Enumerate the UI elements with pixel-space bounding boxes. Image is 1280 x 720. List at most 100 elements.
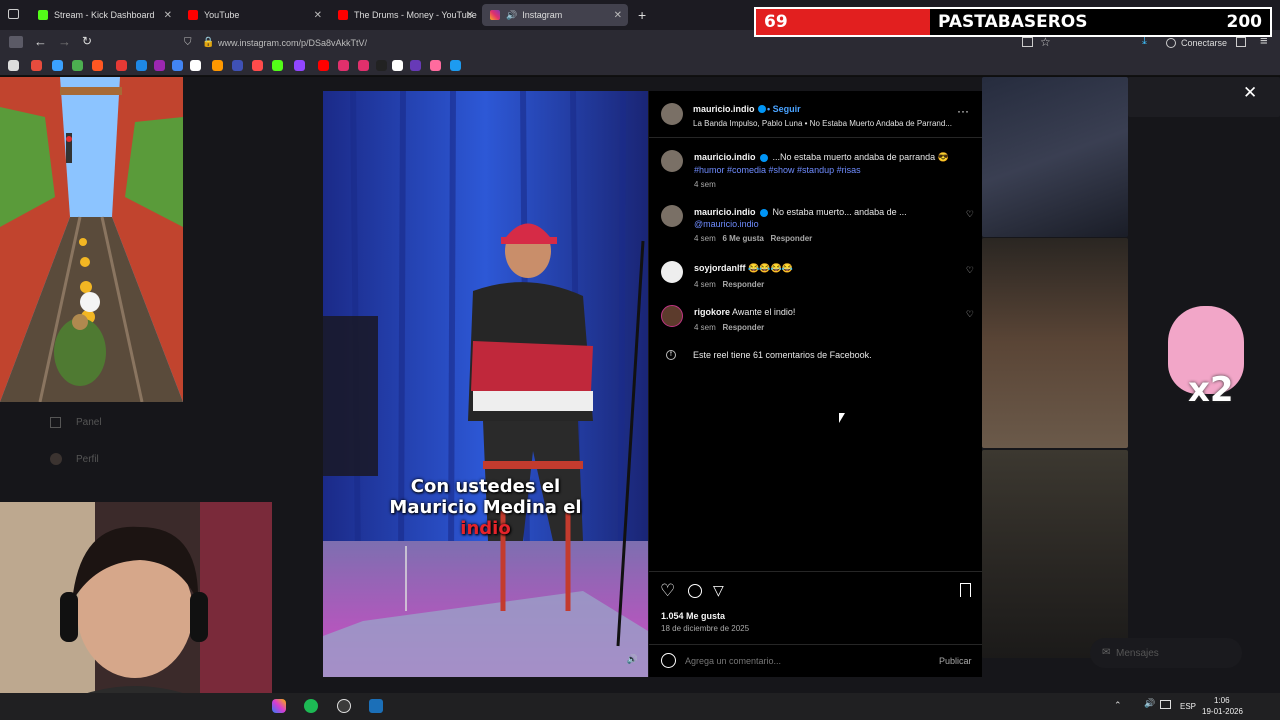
screenshot-icon[interactable]: [1022, 37, 1033, 47]
lock-icon[interactable]: 🔒: [202, 37, 214, 48]
bookmark-favicon-icon[interactable]: [376, 60, 387, 71]
messages-button[interactable]: ✉ Mensajes: [1090, 638, 1242, 668]
bookmark-favicon-icon[interactable]: [318, 60, 329, 71]
steam-icon[interactable]: [369, 699, 383, 713]
audio-track[interactable]: La Banda Impulso, Pablo Luna • No Estaba…: [693, 119, 952, 128]
bookmark-favicon-icon[interactable]: [410, 60, 421, 71]
sidebar-item-label: Perfil: [76, 454, 99, 465]
bookmark-favicon-icon[interactable]: [358, 60, 369, 71]
caption-hashtags[interactable]: #humor #comedia #show #standup #risas: [694, 165, 974, 175]
reel-video[interactable]: Con ustedes el Mauricio Medina el indio …: [323, 91, 648, 677]
back-icon[interactable]: ←: [34, 34, 47, 49]
commenter-avatar[interactable]: [661, 261, 683, 283]
language-indicator[interactable]: ESP: [1180, 702, 1196, 711]
share-icon[interactable]: ▽: [713, 582, 724, 599]
tab-list-icon[interactable]: [8, 9, 19, 19]
comment-likes[interactable]: 6 Me gusta: [722, 234, 763, 243]
bookmark-favicon-icon[interactable]: [252, 60, 263, 71]
sidebar-item-perfil[interactable]: Perfil: [50, 452, 170, 468]
obs-icon[interactable]: [337, 699, 351, 713]
emoji-icon[interactable]: [661, 653, 676, 668]
streamer-webcam: [0, 502, 272, 720]
clock-time[interactable]: 1:06: [1214, 696, 1230, 705]
author-avatar[interactable]: [661, 103, 683, 125]
commenter-avatar[interactable]: [661, 305, 683, 327]
mute-icon[interactable]: 🔊: [627, 654, 638, 665]
account-icon[interactable]: [1166, 38, 1176, 48]
bookmark-favicon-icon[interactable]: [272, 60, 283, 71]
left-score: 69: [764, 12, 788, 32]
more-options-icon[interactable]: ···: [957, 104, 969, 118]
bookmark-favicon-icon[interactable]: [92, 60, 103, 71]
connect-label[interactable]: Conectarse: [1181, 38, 1227, 48]
save-icon[interactable]: [960, 583, 971, 597]
bookmark-favicon-icon[interactable]: [72, 60, 83, 71]
sidebar-toggle-icon[interactable]: [9, 36, 23, 48]
bookmark-favicon-icon[interactable]: [392, 60, 403, 71]
tab-the-drums[interactable]: The Drums - Money - YouTube ✕: [330, 4, 480, 26]
bookmark-star-icon[interactable]: ☆: [1040, 35, 1051, 49]
bookmark-favicon-icon[interactable]: [154, 60, 165, 71]
game-scene: [0, 77, 183, 402]
comment-mention[interactable]: @mauricio.indio: [694, 219, 954, 229]
follow-button[interactable]: • Seguir: [767, 104, 801, 114]
comment-text: 😂😂😂😂: [748, 263, 793, 273]
speaker-icon[interactable]: 🔊: [506, 10, 517, 21]
bookmark-favicon-icon[interactable]: [136, 60, 147, 71]
tab-youtube[interactable]: YouTube ✕: [180, 4, 328, 26]
volume-icon[interactable]: 🔊: [1144, 698, 1155, 709]
spotify-icon[interactable]: [304, 699, 318, 713]
close-tab-icon[interactable]: ✕: [614, 10, 622, 21]
new-tab-icon[interactable]: +: [638, 7, 646, 23]
network-icon[interactable]: [1160, 700, 1171, 709]
close-tab-icon[interactable]: ✕: [466, 10, 474, 21]
comment-username[interactable]: mauricio.indio: [694, 207, 756, 217]
publish-button[interactable]: Publicar: [939, 656, 972, 666]
caption-line: Con ustedes el: [410, 476, 561, 497]
bookmark-favicon-icon[interactable]: [338, 60, 349, 71]
likes-count[interactable]: 1.054 Me gusta: [661, 611, 725, 621]
reply-button[interactable]: Responder: [770, 234, 812, 243]
comment-username[interactable]: rigokore: [694, 307, 730, 317]
bookmark-favicon-icon[interactable]: [172, 60, 183, 71]
tab-kick-dashboard[interactable]: Stream - Kick Dashboard ✕: [30, 4, 178, 26]
comment-input[interactable]: [685, 654, 915, 668]
comment-icon[interactable]: [688, 584, 702, 598]
like-icon[interactable]: ♡: [660, 581, 675, 601]
kick-icon: [38, 10, 48, 20]
bookmark-favicon-icon[interactable]: [212, 60, 223, 71]
like-comment-icon[interactable]: ♡: [966, 209, 974, 220]
close-modal-icon[interactable]: ✕: [1243, 83, 1257, 103]
clock-date[interactable]: 19-01-2026: [1202, 707, 1243, 716]
author-username[interactable]: mauricio.indio: [693, 104, 755, 114]
comment-username[interactable]: soyjordanlff: [694, 263, 746, 273]
author-avatar[interactable]: [661, 150, 683, 172]
sidebar-item-panel[interactable]: Panel: [50, 415, 170, 431]
like-comment-icon[interactable]: ♡: [966, 309, 974, 320]
shield-icon[interactable]: ⛉: [184, 37, 192, 48]
commenter-avatar[interactable]: [661, 205, 683, 227]
close-tab-icon[interactable]: ✕: [164, 10, 172, 21]
reload-icon[interactable]: ↻: [82, 34, 92, 48]
bookmark-favicon-icon[interactable]: [52, 60, 63, 71]
messages-label: Mensajes: [1116, 648, 1159, 659]
comment-username[interactable]: mauricio.indio: [694, 152, 756, 162]
tab-instagram[interactable]: 🔊 Instagram ✕: [482, 4, 628, 26]
extensions-icon[interactable]: [1236, 37, 1246, 47]
bookmark-favicon-icon[interactable]: [430, 60, 441, 71]
tray-chevron-icon[interactable]: ⌃: [1114, 700, 1122, 711]
bookmark-favicon-icon[interactable]: [232, 60, 243, 71]
close-tab-icon[interactable]: ✕: [314, 10, 322, 21]
bookmark-favicon-icon[interactable]: [116, 60, 127, 71]
reply-button[interactable]: Responder: [722, 323, 764, 332]
caption-line: indio: [460, 518, 511, 539]
bookmark-favicon-icon[interactable]: [31, 60, 42, 71]
bookmark-favicon-icon[interactable]: [8, 60, 19, 71]
bookmark-favicon-icon[interactable]: [294, 60, 305, 71]
bookmark-favicon-icon[interactable]: [190, 60, 201, 71]
reply-button[interactable]: Responder: [722, 280, 764, 289]
forward-icon[interactable]: →: [58, 34, 71, 49]
like-comment-icon[interactable]: ♡: [966, 265, 974, 276]
bookmark-favicon-icon[interactable]: [450, 60, 461, 71]
copilot-icon[interactable]: [272, 699, 286, 713]
